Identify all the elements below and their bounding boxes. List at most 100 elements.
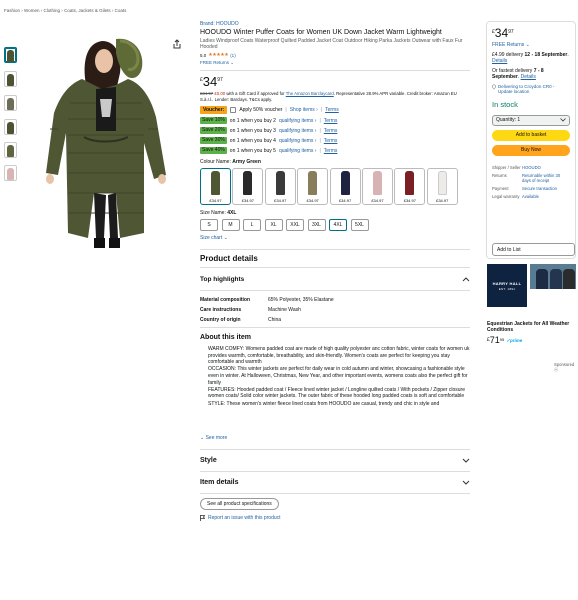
divider [200,290,470,291]
barclaycard-link[interactable]: The Amazon Barclaycard [286,91,334,96]
qualifying-items-link[interactable]: qualifying items › [279,128,317,134]
about-item: OCCASION: This winter jackets are perfec… [208,366,470,386]
top-highlights-toggle[interactable]: Top highlights [200,272,470,286]
info-key: Returns [492,172,507,178]
colour-swatch[interactable]: £34.97 [361,168,393,205]
product-subtitle: Ladies Windproof Coats Waterproof Quilte… [200,38,463,50]
swatch-price: £34.97 [241,198,254,203]
breadcrumb-separator: › [21,8,23,13]
colour-swatch[interactable]: £34.97 [426,168,458,205]
warranty-link[interactable]: Available [522,194,570,199]
thumbnail-3[interactable] [4,95,17,111]
ad-figure [550,269,562,289]
colour-swatch[interactable]: £34.97 [232,168,264,205]
price-fraction: 97 [508,29,514,35]
quantity-value: Quantity: 1 [496,117,521,123]
save-badge: Save 20% [200,127,227,134]
thumbnail-1[interactable] [4,47,17,63]
main-product-image[interactable] [24,33,189,253]
sponsored-ad[interactable]: HARRY HALL EST. 1891 Equestrian Jackets … [487,264,577,345]
save-offer-row: Save 10% on 1 when you buy 2 qualifying … [200,117,470,124]
info-key: Payment [492,185,509,191]
breadcrumb-item[interactable]: Women [24,8,39,13]
qualifying-items-link[interactable]: qualifying items › [279,118,317,124]
thumbnail-6[interactable] [4,165,17,181]
save-offer-row: Save 40% on 1 when you buy 5 qualifying … [200,147,470,154]
review-count-link[interactable]: (1) [230,53,236,58]
add-to-basket-button[interactable]: Add to basket [492,129,570,141]
breadcrumb-item[interactable]: Clothing [44,8,61,13]
size-option[interactable]: 3XL [307,219,326,231]
spec-value: 65% Polyester, 35% Elastane [268,297,334,303]
qualifying-items-link[interactable]: qualifying items › [279,138,317,144]
swatch-image [437,171,447,195]
size-label: Size Name: 4XL [200,210,470,216]
shop-items-link[interactable]: Shop items › [290,107,318,113]
thumbnail-image [7,98,14,110]
add-to-list-button[interactable]: Add to List [492,243,575,256]
breadcrumb-item[interactable]: Coats, Jackets & Gilets [64,8,111,13]
separator: | [319,137,321,144]
report-issue-link[interactable]: Report an issue with this product [200,515,470,521]
delivery-location[interactable]: Delivering to Croydon CR0 - Update locat… [492,84,570,94]
item-details-toggle[interactable]: Item details [200,471,470,493]
free-returns-link[interactable]: FREE Returns ⌄ [200,60,470,66]
quantity-select[interactable]: Quantity: 1 [492,114,570,126]
thumbnail-2[interactable] [4,71,17,87]
colour-swatch[interactable]: £34.97 [200,168,231,205]
size-option[interactable]: 4XL [329,219,347,231]
style-toggle[interactable]: Style [200,449,470,471]
delivery-price: £4.99 delivery [492,51,524,58]
size-option[interactable]: M [221,219,240,231]
breadcrumb: Fashion › Women › Clothing › Coats, Jack… [4,8,126,13]
size-chart-link[interactable]: Size chart ⌄ [200,235,470,241]
share-icon[interactable] [172,39,182,49]
colour-swatch[interactable]: £34.97 [394,168,426,205]
terms-link[interactable]: Terms [324,128,338,134]
qualifying-items-link[interactable]: qualifying items › [279,148,317,154]
breadcrumb-item[interactable]: Coats [115,8,127,13]
ad-title[interactable]: Equestrian Jackets for All Weather Condi… [487,321,577,333]
save-text: on 1 when you buy 3 [229,127,276,134]
terms-link[interactable]: Terms [324,118,338,124]
swatch-image [372,171,382,195]
swatch-price: £34.97 [338,198,352,203]
ad-brand-image[interactable]: HARRY HALL EST. 1891 [487,264,527,307]
returns-link[interactable]: Returnable within 30 days of receipt [522,173,570,183]
voucher-checkbox[interactable] [230,107,237,113]
delivery-details-link[interactable]: Details [492,58,507,64]
brand-link[interactable]: Brand: HOOUDO [200,21,470,27]
breadcrumb-item[interactable]: Fashion [4,8,20,13]
swatch-image [243,171,253,195]
size-option[interactable]: 5XL [350,219,369,231]
payment-link[interactable]: Secure transaction [522,186,570,191]
size-option[interactable]: L [243,219,261,231]
size-option[interactable]: XXL [286,219,304,231]
save-text: on 1 when you buy 4 [229,137,276,144]
swatch-image [340,171,350,195]
price: £ 34 97 [200,75,470,88]
colour-swatch[interactable]: £34.97 [329,168,361,205]
colour-swatches: £34.97 £34.97 £34.97 £34.97 £34.97 £34.97 £34.… [200,168,470,205]
colour-swatch[interactable]: £34.97 [297,168,329,205]
terms-link[interactable]: Terms [324,138,338,144]
ad-lifestyle-image[interactable] [530,264,576,289]
thumbnail-5[interactable] [4,142,17,158]
save-offer-row: Save 30% on 1 when you buy 4 qualifying … [200,137,470,144]
size-option[interactable]: XL [264,219,283,231]
size-option[interactable]: S [200,219,218,231]
seller-link[interactable]: HOOUDO [522,165,570,170]
see-all-specs-button[interactable]: See all product specifications [200,498,279,510]
sponsored-label[interactable]: Sponsored ⓔ [554,362,578,373]
terms-link[interactable]: Terms [325,107,339,113]
star-icon[interactable]: ★★★★★ [208,52,228,58]
colour-swatch[interactable]: £34.97 [264,168,296,205]
promo-original-price: £34.97 [200,91,214,96]
thumbnail-4[interactable] [4,119,17,135]
buy-now-button[interactable]: Buy Now [492,144,570,156]
separator: | [319,127,321,134]
free-returns-link[interactable]: FREE Returns ⌄ [492,42,570,49]
fastest-details-link[interactable]: Details [521,74,536,80]
terms-link[interactable]: Terms [324,148,338,154]
info-row: Payment Secure transaction [492,186,570,191]
